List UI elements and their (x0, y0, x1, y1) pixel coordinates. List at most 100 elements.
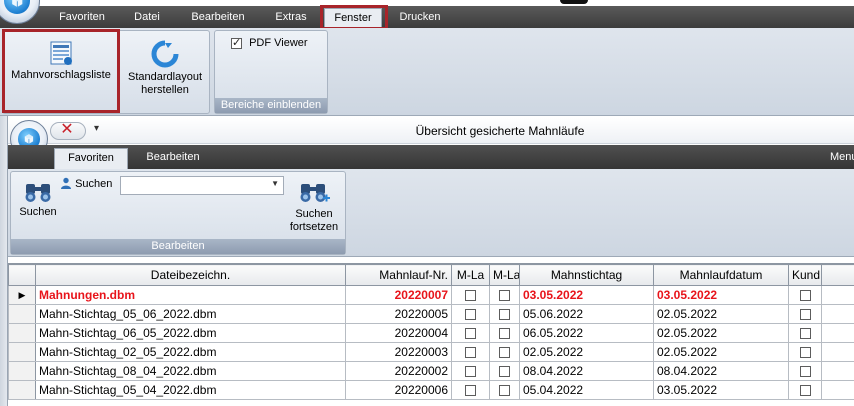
m-la-2-checkbox[interactable] (499, 347, 510, 359)
tab-extras[interactable]: Extras (264, 6, 318, 28)
close-icon[interactable]: ✕ (58, 122, 76, 140)
search-combobox[interactable]: ▼ (120, 176, 284, 195)
row-selector[interactable]: ▶ (8, 285, 36, 305)
tab-favoriten[interactable]: Favoriten (48, 6, 116, 28)
column-header-mahnstichtag[interactable]: Mahnstichtag (519, 264, 654, 286)
cell-mahnstichtag[interactable]: 02.05.2022 (519, 342, 654, 362)
mahnlaeufe-grid: Dateibezeichn. Mahnlauf-Nr. M-La M-La Ma… (8, 263, 854, 406)
table-row[interactable]: Mahn-Stichtag_05_04_2022.dbm 20220006 05.0… (8, 380, 854, 400)
cell-dateibezeichnung[interactable]: Mahnungen.dbm (35, 285, 346, 305)
row-selector[interactable] (8, 361, 36, 381)
kund-checkbox[interactable] (799, 328, 811, 340)
suchen-label: Suchen (75, 178, 113, 190)
m-la-2-checkbox[interactable] (499, 385, 510, 397)
cell-dateibezeichnung[interactable]: Mahn-Stichtag_05_06_2022.dbm (35, 304, 346, 324)
cell-m-la-2[interactable] (489, 285, 520, 305)
table-row[interactable]: Mahn-Stichtag_08_04_2022.dbm 20220002 08.0… (8, 361, 854, 381)
inner-tab-bearbeiten[interactable]: Bearbeiten (136, 145, 210, 169)
kund-checkbox[interactable] (799, 347, 811, 359)
cell-mahnlaufdatum[interactable]: 03.05.2022 (653, 285, 789, 305)
standardlayout-button[interactable]: Standardlayout herstellen (121, 35, 209, 97)
cell-kund[interactable] (788, 361, 822, 381)
cell-kund[interactable] (788, 285, 822, 305)
cell-mahnlaufdatum[interactable]: 02.05.2022 (653, 323, 789, 343)
table-row[interactable]: Mahn-Stichtag_05_06_2022.dbm 20220005 05.0… (8, 304, 854, 324)
cell-kund[interactable] (788, 323, 822, 343)
cell-empty (821, 380, 854, 400)
cell-mahnstichtag[interactable]: 03.05.2022 (519, 285, 654, 305)
m-la-2-checkbox[interactable] (499, 309, 510, 321)
cell-m-la-1[interactable] (451, 285, 490, 305)
column-header-kund[interactable]: Kund (788, 264, 822, 286)
cell-m-la-2[interactable] (489, 380, 520, 400)
cell-dateibezeichnung[interactable]: Mahn-Stichtag_06_05_2022.dbm (35, 323, 346, 343)
menus-label[interactable]: Menus (830, 145, 854, 169)
cell-dateibezeichnung[interactable]: Mahn-Stichtag_08_04_2022.dbm (35, 361, 346, 381)
cell-m-la-1[interactable] (451, 380, 490, 400)
column-header-m-la-2[interactable]: M-La (489, 264, 520, 286)
pdf-viewer-option[interactable]: PDF Viewer (231, 36, 308, 49)
m-la-1-checkbox[interactable] (465, 347, 476, 359)
cell-kund[interactable] (788, 380, 822, 400)
cell-m-la-1[interactable] (451, 361, 490, 381)
column-header-mahnlauf-nr[interactable]: Mahnlauf-Nr. (345, 264, 452, 286)
cell-kund[interactable] (788, 342, 822, 362)
cell-empty (821, 304, 854, 324)
qat-dropdown-icon[interactable]: ▾ (94, 122, 99, 136)
cell-dateibezeichnung[interactable]: Mahn-Stichtag_02_05_2022.dbm (35, 342, 346, 362)
cell-mahnlauf-nr[interactable]: 20220005 (345, 304, 452, 324)
cell-mahnlaufdatum[interactable]: 03.05.2022 (653, 380, 789, 400)
row-selector[interactable] (8, 304, 36, 324)
table-row[interactable]: ▶ Mahnungen.dbm 20220007 03.05.2022 03.05.20… (8, 285, 854, 305)
cell-mahnlauf-nr[interactable]: 20220006 (345, 380, 452, 400)
suchen-fortsetzen-button[interactable]: Suchen fortsetzen (283, 176, 345, 244)
cell-m-la-1[interactable] (451, 304, 490, 324)
m-la-1-checkbox[interactable] (465, 328, 476, 340)
pdf-viewer-checkbox[interactable] (231, 36, 242, 49)
cell-mahnstichtag[interactable]: 05.06.2022 (519, 304, 654, 324)
cell-mahnlauf-nr[interactable]: 20220007 (345, 285, 452, 305)
kund-checkbox[interactable] (799, 366, 811, 378)
m-la-1-checkbox[interactable] (465, 366, 476, 378)
column-header-mahnlaufdatum[interactable]: Mahnlaufdatum (653, 264, 789, 286)
chevron-down-icon[interactable]: ▼ (271, 179, 279, 188)
row-selector[interactable] (8, 342, 36, 362)
cell-mahnlaufdatum[interactable]: 08.04.2022 (653, 361, 789, 381)
suchen-button[interactable]: Suchen (15, 176, 61, 234)
cell-kund[interactable] (788, 304, 822, 324)
column-header-dateibezeichnung[interactable]: Dateibezeichn. (35, 264, 346, 286)
m-la-1-checkbox[interactable] (465, 309, 476, 321)
m-la-2-checkbox[interactable] (499, 328, 510, 340)
m-la-2-checkbox[interactable] (499, 366, 510, 378)
cell-m-la-2[interactable] (489, 323, 520, 343)
cell-dateibezeichnung[interactable]: Mahn-Stichtag_05_04_2022.dbm (35, 380, 346, 400)
inner-tab-favoriten[interactable]: Favoriten (54, 148, 128, 169)
m-la-2-checkbox[interactable] (499, 290, 510, 302)
cell-m-la-1[interactable] (451, 323, 490, 343)
cell-mahnlaufdatum[interactable]: 02.05.2022 (653, 342, 789, 362)
cell-mahnlaufdatum[interactable]: 02.05.2022 (653, 304, 789, 324)
m-la-1-checkbox[interactable] (465, 385, 476, 397)
cell-mahnlauf-nr[interactable]: 20220004 (345, 323, 452, 343)
row-selector[interactable] (8, 323, 36, 343)
kund-checkbox[interactable] (799, 385, 811, 397)
cell-m-la-2[interactable] (489, 304, 520, 324)
cell-mahnlauf-nr[interactable]: 20220003 (345, 342, 452, 362)
table-row[interactable]: Mahn-Stichtag_02_05_2022.dbm 20220003 02.0… (8, 342, 854, 362)
cell-m-la-2[interactable] (489, 361, 520, 381)
cell-mahnlauf-nr[interactable]: 20220002 (345, 361, 452, 381)
m-la-1-checkbox[interactable] (465, 290, 476, 302)
tab-drucken[interactable]: Drucken (390, 6, 450, 28)
table-row[interactable]: Mahn-Stichtag_06_05_2022.dbm 20220004 06.0… (8, 323, 854, 343)
kund-checkbox[interactable] (799, 309, 811, 321)
row-selector[interactable] (8, 380, 36, 400)
tab-datei[interactable]: Datei (124, 6, 170, 28)
kund-checkbox[interactable] (799, 290, 811, 302)
cell-mahnstichtag[interactable]: 08.04.2022 (519, 361, 654, 381)
cell-mahnstichtag[interactable]: 06.05.2022 (519, 323, 654, 343)
column-header-m-la-1[interactable]: M-La (451, 264, 490, 286)
cell-mahnstichtag[interactable]: 05.04.2022 (519, 380, 654, 400)
tab-bearbeiten[interactable]: Bearbeiten (180, 6, 256, 28)
cell-m-la-1[interactable] (451, 342, 490, 362)
cell-m-la-2[interactable] (489, 342, 520, 362)
